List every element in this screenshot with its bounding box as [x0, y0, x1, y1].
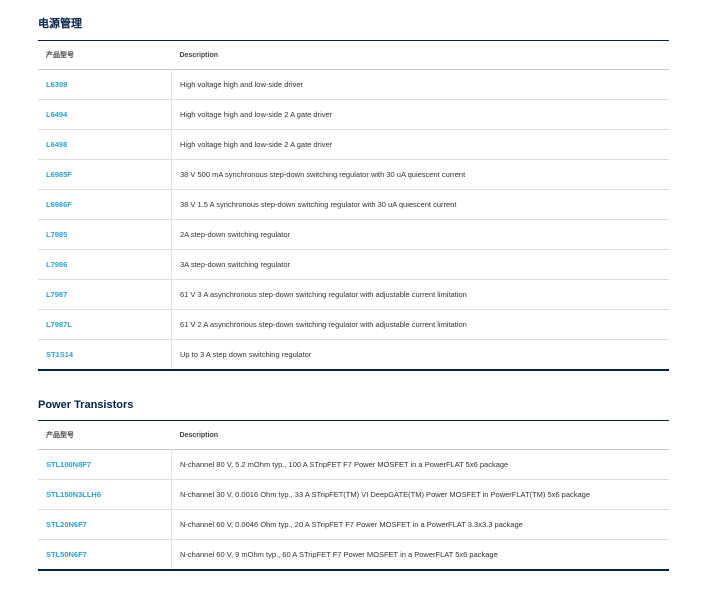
part-description: 61 V 3 A asynchronous step-down switchin…: [171, 279, 669, 310]
table-row: STL50N6F7 N-channel 60 V, 9 mOhm typ., 6…: [38, 539, 669, 570]
section-title: Power Transistors: [38, 399, 134, 411]
part-link[interactable]: L6985F: [46, 170, 72, 179]
part-link[interactable]: STL100N8F7: [46, 460, 91, 469]
part-link[interactable]: STL50N6F7: [46, 550, 87, 559]
part-link[interactable]: L7986: [46, 260, 67, 269]
part-description: 38 V 1.5 A synchronous step-down switchi…: [171, 189, 669, 220]
table-row: L6498 High voltage high and low-side 2 A…: [38, 129, 669, 160]
table-row: L7986 3A step-down switching regulator: [38, 249, 669, 280]
section-power-management: 电源管理 产品型号 Description L6398 High voltage…: [38, 17, 669, 371]
part-description: N-channel 80 V, 5.2 mOhm typ., 100 A STr…: [171, 449, 669, 480]
part-link[interactable]: STL150N3LLH6: [46, 490, 101, 499]
part-link[interactable]: L7985: [46, 230, 67, 239]
column-header-description: Description: [179, 431, 219, 439]
table-row: STL20N6F7 N-channel 60 V, 0.0046 Ohm typ…: [38, 509, 669, 540]
table-row: L6985F 38 V 500 mA synchronous step-down…: [38, 159, 669, 190]
section-title: 电源管理: [38, 18, 82, 30]
part-description: Up to 3 A step down switching regulator: [171, 339, 669, 370]
part-link[interactable]: ST1S14: [46, 350, 73, 359]
column-header-product: 产品型号: [46, 432, 74, 439]
table-row: STL150N3LLH6 N-channel 30 V, 0.0016 Ohm …: [38, 479, 669, 510]
table-row: L6398 High voltage high and low-side dri…: [38, 69, 669, 100]
part-link[interactable]: L6398: [46, 80, 67, 89]
table-row: STL100N8F7 N-channel 80 V, 5.2 mOhm typ.…: [38, 449, 669, 480]
product-table: 产品型号 Description STL100N8F7 N-channel 80…: [38, 420, 669, 571]
part-description: N-channel 60 V, 9 mOhm typ., 60 A STripF…: [171, 539, 669, 570]
part-description: 38 V 500 mA synchronous step-down switch…: [171, 159, 669, 190]
table-row: ST1S14 Up to 3 A step down switching reg…: [38, 339, 669, 370]
column-header-product: 产品型号: [46, 52, 74, 59]
part-description: 61 V 2 A asynchronous step-down switchin…: [171, 309, 669, 340]
part-description: High voltage high and low-side 2 A gate …: [171, 129, 669, 160]
part-description: 2A step-down switching regulator: [171, 219, 669, 250]
product-table: 产品型号 Description L6398 High voltage high…: [38, 40, 669, 371]
part-description: High voltage high and low-side driver: [171, 69, 669, 100]
page: 电源管理 产品型号 Description L6398 High voltage…: [0, 0, 710, 590]
table-header-row: 产品型号 Description: [38, 40, 669, 70]
column-header-description: Description: [179, 51, 219, 59]
part-link[interactable]: L6986F: [46, 200, 72, 209]
table-row: L7987L 61 V 2 A asynchronous step-down s…: [38, 309, 669, 340]
part-link[interactable]: L7987L: [46, 320, 72, 329]
table-row: L7987 61 V 3 A asynchronous step-down sw…: [38, 279, 669, 310]
part-link[interactable]: L7987: [46, 290, 67, 299]
table-header-row: 产品型号 Description: [38, 420, 669, 450]
table-row: L6986F 38 V 1.5 A synchronous step-down …: [38, 189, 669, 220]
table-row: L6494 High voltage high and low-side 2 A…: [38, 99, 669, 130]
part-description: N-channel 30 V, 0.0016 Ohm typ., 33 A ST…: [171, 479, 669, 510]
table-row: L7985 2A step-down switching regulator: [38, 219, 669, 250]
section-power-transistors: Power Transistors 产品型号 Description STL10…: [38, 398, 669, 571]
part-description: High voltage high and low-side 2 A gate …: [171, 99, 669, 130]
part-link[interactable]: L6498: [46, 140, 67, 149]
part-link[interactable]: STL20N6F7: [46, 520, 87, 529]
part-link[interactable]: L6494: [46, 110, 67, 119]
part-description: 3A step-down switching regulator: [171, 249, 669, 280]
part-description: N-channel 60 V, 0.0046 Ohm typ., 20 A ST…: [171, 509, 669, 540]
